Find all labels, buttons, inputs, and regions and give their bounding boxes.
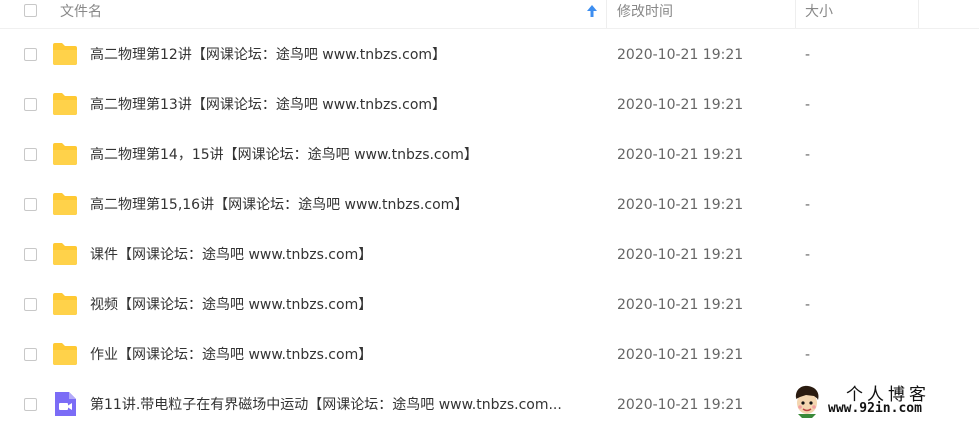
file-modified-time: 2020-10-21 19:21 bbox=[617, 97, 744, 113]
file-row[interactable]: 高二物理第12讲【网课论坛：途鸟吧 www.tnbzs.com】 2020-10-… bbox=[0, 30, 979, 80]
row-checkbox[interactable] bbox=[24, 48, 37, 61]
file-modified-time: 2020-10-21 19:21 bbox=[617, 397, 744, 413]
folder-icon bbox=[52, 242, 78, 266]
folder-icon bbox=[52, 342, 78, 366]
column-divider[interactable] bbox=[918, 0, 919, 28]
column-header-modified[interactable]: 修改时间 bbox=[617, 0, 673, 28]
file-row[interactable]: 高二物理第14，15讲【网课论坛：途鸟吧 www.tnbzs.com】 2020-… bbox=[0, 130, 979, 180]
file-name[interactable]: 高二物理第15,16讲【网课论坛：途鸟吧 www.tnbzs.com】 bbox=[90, 180, 468, 230]
file-modified-time: 2020-10-21 19:21 bbox=[617, 247, 744, 263]
file-modified-time: 2020-10-21 19:21 bbox=[617, 297, 744, 313]
file-size: - bbox=[805, 297, 811, 313]
file-modified-time: 2020-10-21 19:21 bbox=[617, 147, 744, 163]
row-checkbox[interactable] bbox=[24, 298, 37, 311]
file-list-header: 文件名 修改时间 大小 bbox=[0, 0, 979, 29]
file-size: - bbox=[805, 97, 811, 113]
column-header-name[interactable]: 文件名 bbox=[60, 0, 102, 28]
folder-icon bbox=[52, 92, 78, 116]
row-checkbox[interactable] bbox=[24, 198, 37, 211]
file-name[interactable]: 高二物理第14，15讲【网课论坛：途鸟吧 www.tnbzs.com】 bbox=[90, 130, 478, 180]
folder-icon bbox=[52, 292, 78, 316]
file-modified-time: 2020-10-21 19:21 bbox=[617, 197, 744, 213]
row-checkbox[interactable] bbox=[24, 348, 37, 361]
select-all-checkbox[interactable] bbox=[24, 4, 37, 17]
column-divider[interactable] bbox=[606, 0, 607, 28]
file-name[interactable]: 第11讲.带电粒子在有界磁场中运动【网课论坛：途鸟吧 www.tnbzs.com… bbox=[90, 380, 562, 430]
column-header-size[interactable]: 大小 bbox=[805, 0, 833, 28]
watermark-url: www.92in.com bbox=[828, 401, 922, 416]
watermark: 个人博客 www.92in.com bbox=[786, 380, 979, 422]
file-name[interactable]: 课件【网课论坛：途鸟吧 www.tnbzs.com】 bbox=[90, 230, 372, 280]
row-checkbox[interactable] bbox=[24, 398, 37, 411]
file-modified-time: 2020-10-21 19:21 bbox=[617, 47, 744, 63]
file-row[interactable]: 作业【网课论坛：途鸟吧 www.tnbzs.com】 2020-10-21 19:… bbox=[0, 330, 979, 380]
file-size: - bbox=[805, 47, 811, 63]
file-row[interactable]: 课件【网课论坛：途鸟吧 www.tnbzs.com】 2020-10-21 19:… bbox=[0, 230, 979, 280]
file-row[interactable]: 视频【网课论坛：途鸟吧 www.tnbzs.com】 2020-10-21 19:… bbox=[0, 280, 979, 330]
file-name[interactable]: 视频【网课论坛：途鸟吧 www.tnbzs.com】 bbox=[90, 280, 372, 330]
file-name[interactable]: 作业【网课论坛：途鸟吧 www.tnbzs.com】 bbox=[90, 330, 372, 380]
row-checkbox[interactable] bbox=[24, 248, 37, 261]
file-name[interactable]: 高二物理第12讲【网课论坛：途鸟吧 www.tnbzs.com】 bbox=[90, 30, 446, 80]
cartoon-face-icon bbox=[795, 385, 819, 418]
file-size: - bbox=[805, 247, 811, 263]
file-size: - bbox=[805, 197, 811, 213]
file-size: - bbox=[805, 347, 811, 363]
file-name[interactable]: 高二物理第13讲【网课论坛：途鸟吧 www.tnbzs.com】 bbox=[90, 80, 446, 130]
file-size: - bbox=[805, 147, 811, 163]
file-row[interactable]: 高二物理第15,16讲【网课论坛：途鸟吧 www.tnbzs.com】 2020-… bbox=[0, 180, 979, 230]
file-modified-time: 2020-10-21 19:21 bbox=[617, 347, 744, 363]
folder-icon bbox=[52, 42, 78, 66]
file-row[interactable]: 高二物理第13讲【网课论坛：途鸟吧 www.tnbzs.com】 2020-10-… bbox=[0, 80, 979, 130]
folder-icon bbox=[52, 192, 78, 216]
folder-icon bbox=[52, 142, 78, 166]
row-checkbox[interactable] bbox=[24, 98, 37, 111]
arrow-up-icon[interactable] bbox=[585, 3, 599, 19]
column-divider[interactable] bbox=[795, 0, 796, 28]
video-file-icon bbox=[52, 392, 78, 416]
row-checkbox[interactable] bbox=[24, 148, 37, 161]
